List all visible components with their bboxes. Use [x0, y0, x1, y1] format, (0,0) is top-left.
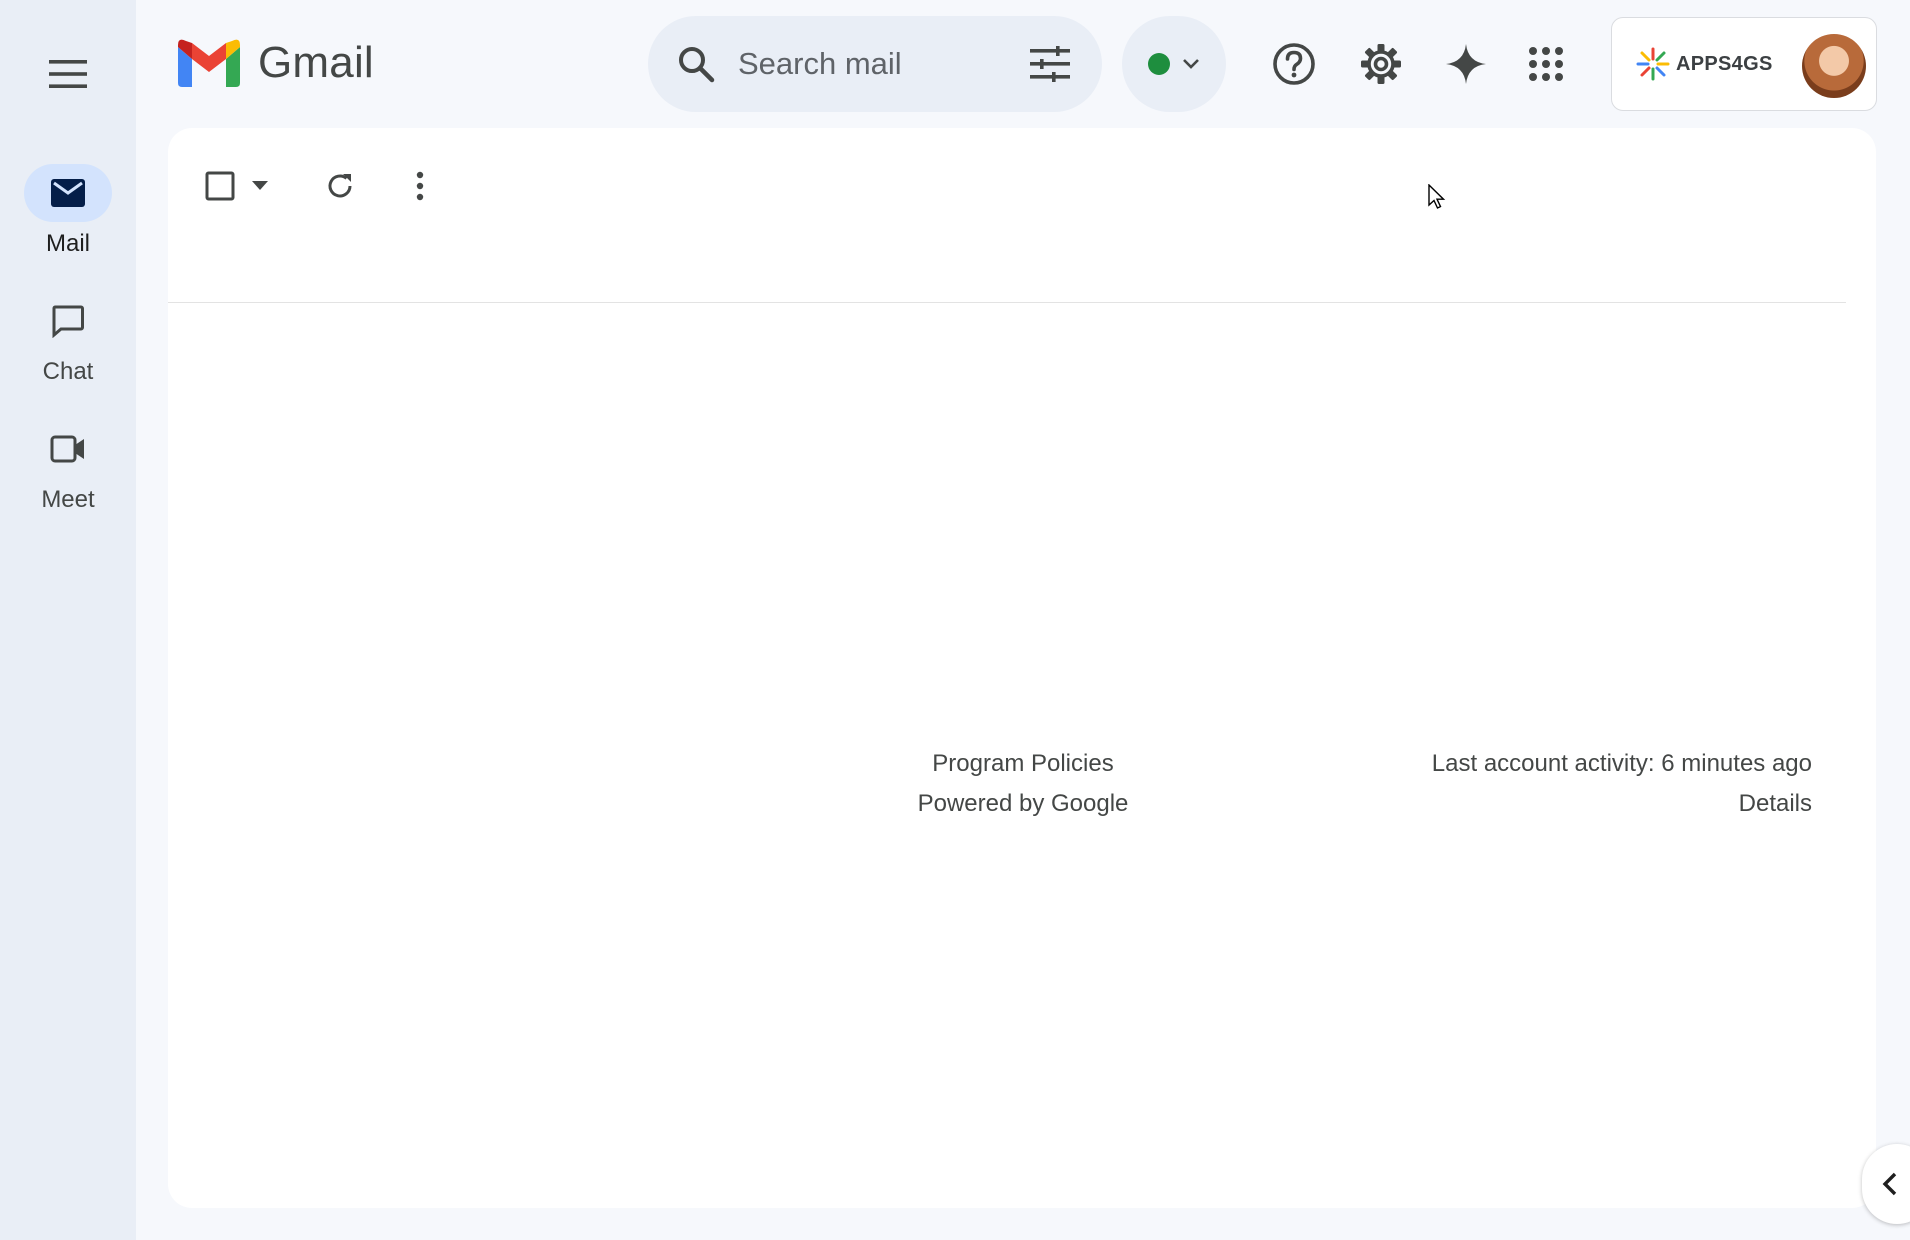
search-icon — [679, 47, 715, 83]
settings-button[interactable] — [1351, 34, 1411, 94]
mouse-cursor-icon — [1428, 184, 1446, 209]
search-input[interactable] — [738, 46, 1008, 82]
more-options-button[interactable] — [390, 156, 450, 216]
gmail-m-icon — [178, 39, 240, 87]
chevron-down-icon — [1183, 59, 1199, 69]
program-policies-link[interactable]: Program Policies — [858, 744, 1188, 784]
gemini-button[interactable] — [1436, 34, 1496, 94]
gmail-logo[interactable]: Gmail — [178, 38, 374, 88]
refresh-icon — [328, 174, 352, 198]
more-vert-icon — [416, 171, 424, 201]
rail-item-meet-label: Meet — [41, 486, 95, 513]
main-menu-button[interactable] — [38, 44, 98, 104]
toolbar-divider — [168, 302, 1846, 303]
search-options-button[interactable] — [1028, 42, 1072, 86]
select-options-dropdown[interactable] — [242, 156, 278, 216]
rail-item-chat[interactable]: Chat — [0, 292, 136, 386]
apps-grid-icon — [1529, 47, 1563, 81]
org-badge: APPS4GS — [1636, 47, 1773, 81]
status-active-indicator — [1148, 53, 1170, 75]
main-content-card: Program Policies Powered by Google Last … — [168, 128, 1876, 1208]
apps4gs-logo-icon — [1636, 47, 1670, 81]
mail-icon — [51, 179, 85, 207]
video-icon — [50, 435, 84, 463]
google-apps-button[interactable] — [1516, 34, 1576, 94]
rail-item-chat-pill — [24, 292, 112, 350]
org-name: APPS4GS — [1676, 52, 1773, 75]
side-panel-toggle[interactable] — [1862, 1144, 1910, 1224]
last-activity-text: Last account activity: 6 minutes ago — [1431, 750, 1812, 777]
chat-icon — [52, 305, 84, 338]
search-button[interactable] — [674, 42, 718, 86]
details-link[interactable]: Details — [1348, 784, 1812, 824]
gmail-logo-text: Gmail — [258, 38, 374, 87]
avatar[interactable] — [1802, 34, 1866, 98]
gear-icon — [1361, 44, 1401, 84]
support-button[interactable] — [1264, 34, 1324, 94]
refresh-button[interactable] — [310, 156, 370, 216]
rail-item-mail-label: Mail — [45, 230, 90, 257]
rail-item-mail[interactable]: Mail — [0, 164, 136, 258]
search-bar — [648, 16, 1102, 112]
nav-rail: Mail Chat Meet — [0, 0, 136, 1240]
hamburger-menu-icon — [49, 60, 87, 88]
mail-toolbar — [168, 128, 1876, 304]
rail-item-chat-label: Chat — [42, 358, 94, 385]
caret-down-icon — [252, 181, 268, 190]
powered-by-text: Powered by Google — [917, 790, 1129, 817]
sparkle-icon — [1446, 44, 1486, 84]
tune-icon — [1030, 46, 1070, 82]
help-icon — [1273, 43, 1315, 85]
checkbox-icon — [205, 171, 235, 201]
footer-links: Program Policies Powered by Google — [858, 744, 1188, 824]
account-switcher[interactable]: APPS4GS — [1611, 17, 1877, 111]
rail-item-meet[interactable]: Meet — [0, 420, 136, 514]
account-activity: Last account activity: 6 minutes ago Det… — [1348, 744, 1812, 824]
rail-item-meet-pill — [24, 420, 112, 478]
status-button[interactable] — [1122, 16, 1226, 112]
chevron-left-icon — [1882, 1172, 1897, 1196]
rail-item-mail-pill — [24, 164, 112, 222]
select-all-checkbox[interactable] — [198, 156, 242, 216]
